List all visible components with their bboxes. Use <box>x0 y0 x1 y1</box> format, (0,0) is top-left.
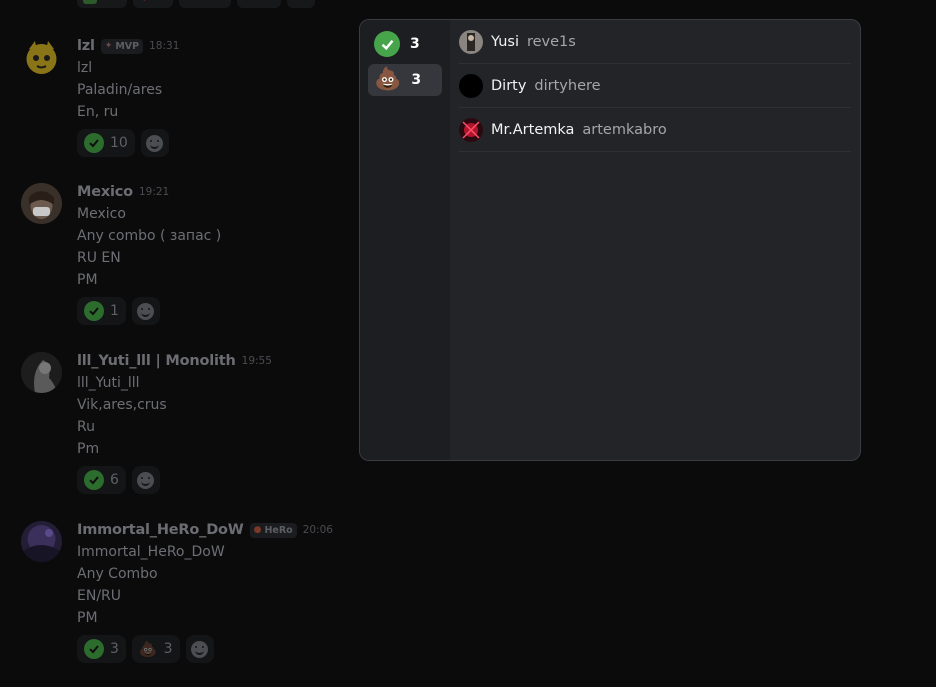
message-line: EN/RU <box>77 588 122 604</box>
badge-icon: ✦ <box>104 41 113 51</box>
username[interactable]: Mexico <box>77 184 133 200</box>
avatar[interactable] <box>21 521 62 562</box>
username[interactable]: lzl <box>77 38 95 54</box>
message-line: Paladin/ares <box>77 82 163 98</box>
timestamp[interactable]: 19:55 <box>242 355 272 367</box>
reaction-chip[interactable]: ♥ <box>133 0 173 8</box>
chat-window: ♥ lzl ✦MVP 18:31 lzl Paladin/ares En <box>0 0 936 687</box>
avatar <box>459 73 483 98</box>
smile-icon <box>146 134 164 152</box>
tab-check[interactable]: 3 <box>368 28 442 60</box>
add-reaction-button[interactable] <box>140 129 169 157</box>
avatar[interactable] <box>21 352 62 393</box>
message-line: Mexico <box>77 206 126 222</box>
check-icon <box>84 470 104 490</box>
reactions: 6 <box>77 466 272 494</box>
reaction-check[interactable]: 3 <box>77 635 126 663</box>
avatar <box>459 117 483 142</box>
reactor-handle: artemkabro <box>582 121 667 138</box>
timestamp[interactable]: 19:21 <box>139 186 169 198</box>
tab-poop[interactable]: 💩 3 <box>368 64 442 96</box>
message-line: Immortal_HeRo_DoW <box>77 544 225 560</box>
poop-icon: 💩 <box>374 67 402 92</box>
reactor-row[interactable]: Yusi reve1s <box>459 20 851 64</box>
reaction-count: 3 <box>163 641 173 657</box>
check-icon <box>84 301 104 321</box>
reactions: 1 <box>77 297 221 325</box>
reaction-chip[interactable] <box>237 0 281 8</box>
reaction-count: 6 <box>110 472 119 488</box>
reactor-handle: reve1s <box>526 33 576 50</box>
reaction-check[interactable]: 1 <box>77 297 126 325</box>
username[interactable]: lll_Yuti_lll | Monolith <box>77 353 236 369</box>
reaction-count: 3 <box>110 641 119 657</box>
avatar <box>459 29 483 54</box>
message-line: Any Combo <box>77 566 158 582</box>
reaction-poop[interactable]: 💩 3 <box>131 635 180 663</box>
reactions: 3 💩 3 <box>77 635 333 663</box>
smile-icon <box>137 471 155 489</box>
message-line: Vik,ares,crus <box>77 397 167 413</box>
smile-icon <box>191 640 209 658</box>
reactor-row[interactable]: Mr.Artemka artemkabro <box>459 108 851 152</box>
reaction-count: 1 <box>110 303 119 319</box>
reaction-count: 10 <box>110 135 128 151</box>
check-icon <box>84 133 104 153</box>
reactor-list: Yusi reve1s Dirty dirtyhere Mr.Artemka a… <box>450 20 860 460</box>
message-line: PM <box>77 610 98 626</box>
avatar[interactable] <box>21 37 62 78</box>
tab-count: 3 <box>410 36 420 52</box>
check-icon <box>84 639 104 659</box>
reaction-tabs: 3 💩 3 <box>360 20 450 460</box>
reaction-check[interactable]: 6 <box>77 466 126 494</box>
previous-reactions: ♥ <box>77 0 315 8</box>
message-line: PM <box>77 272 98 288</box>
add-reaction-button[interactable] <box>287 0 315 8</box>
message-line: Ru <box>77 419 95 435</box>
reaction-chip[interactable] <box>77 0 127 8</box>
timestamp[interactable]: 20:06 <box>303 524 333 536</box>
reactor-handle: dirtyhere <box>534 77 601 94</box>
message-line: RU EN <box>77 250 121 266</box>
reactor-name: Mr.Artemka <box>491 121 575 138</box>
reactor-name: Dirty <box>491 77 527 94</box>
check-icon <box>374 31 400 57</box>
reaction-check[interactable]: 10 <box>77 129 135 157</box>
reactor-row[interactable]: Dirty dirtyhere <box>459 64 851 108</box>
flame-icon: ● <box>253 525 262 535</box>
reaction-chip[interactable] <box>179 0 231 8</box>
poop-icon: 💩 <box>138 639 158 658</box>
reactor-name: Yusi <box>491 33 519 50</box>
badge-label: MVP <box>115 40 140 52</box>
add-reaction-button[interactable] <box>131 466 160 494</box>
message-line: En, ru <box>77 104 119 120</box>
timestamp[interactable]: 18:31 <box>149 40 179 52</box>
reactions: 10 <box>77 129 179 157</box>
role-badge: ● HeRo <box>249 522 297 538</box>
reactions-popup: 3 💩 3 Yusi reve1s Dirty dirtyhere Mr.Art… <box>359 19 861 461</box>
message-line: Pm <box>77 441 100 457</box>
username[interactable]: Immortal_HeRo_DoW <box>77 522 244 538</box>
avatar[interactable] <box>21 183 62 224</box>
add-reaction-button[interactable] <box>185 635 214 663</box>
message-line: Any combo ( запас ) <box>77 228 222 244</box>
message-line: lll_Yuti_lll <box>77 375 140 391</box>
tab-count: 3 <box>411 72 422 88</box>
add-reaction-button[interactable] <box>131 297 160 325</box>
message-line: lzl <box>77 60 93 76</box>
role-badge: ✦ MVP <box>100 38 144 54</box>
smile-icon <box>137 302 155 320</box>
badge-label: HeRo <box>264 524 293 536</box>
